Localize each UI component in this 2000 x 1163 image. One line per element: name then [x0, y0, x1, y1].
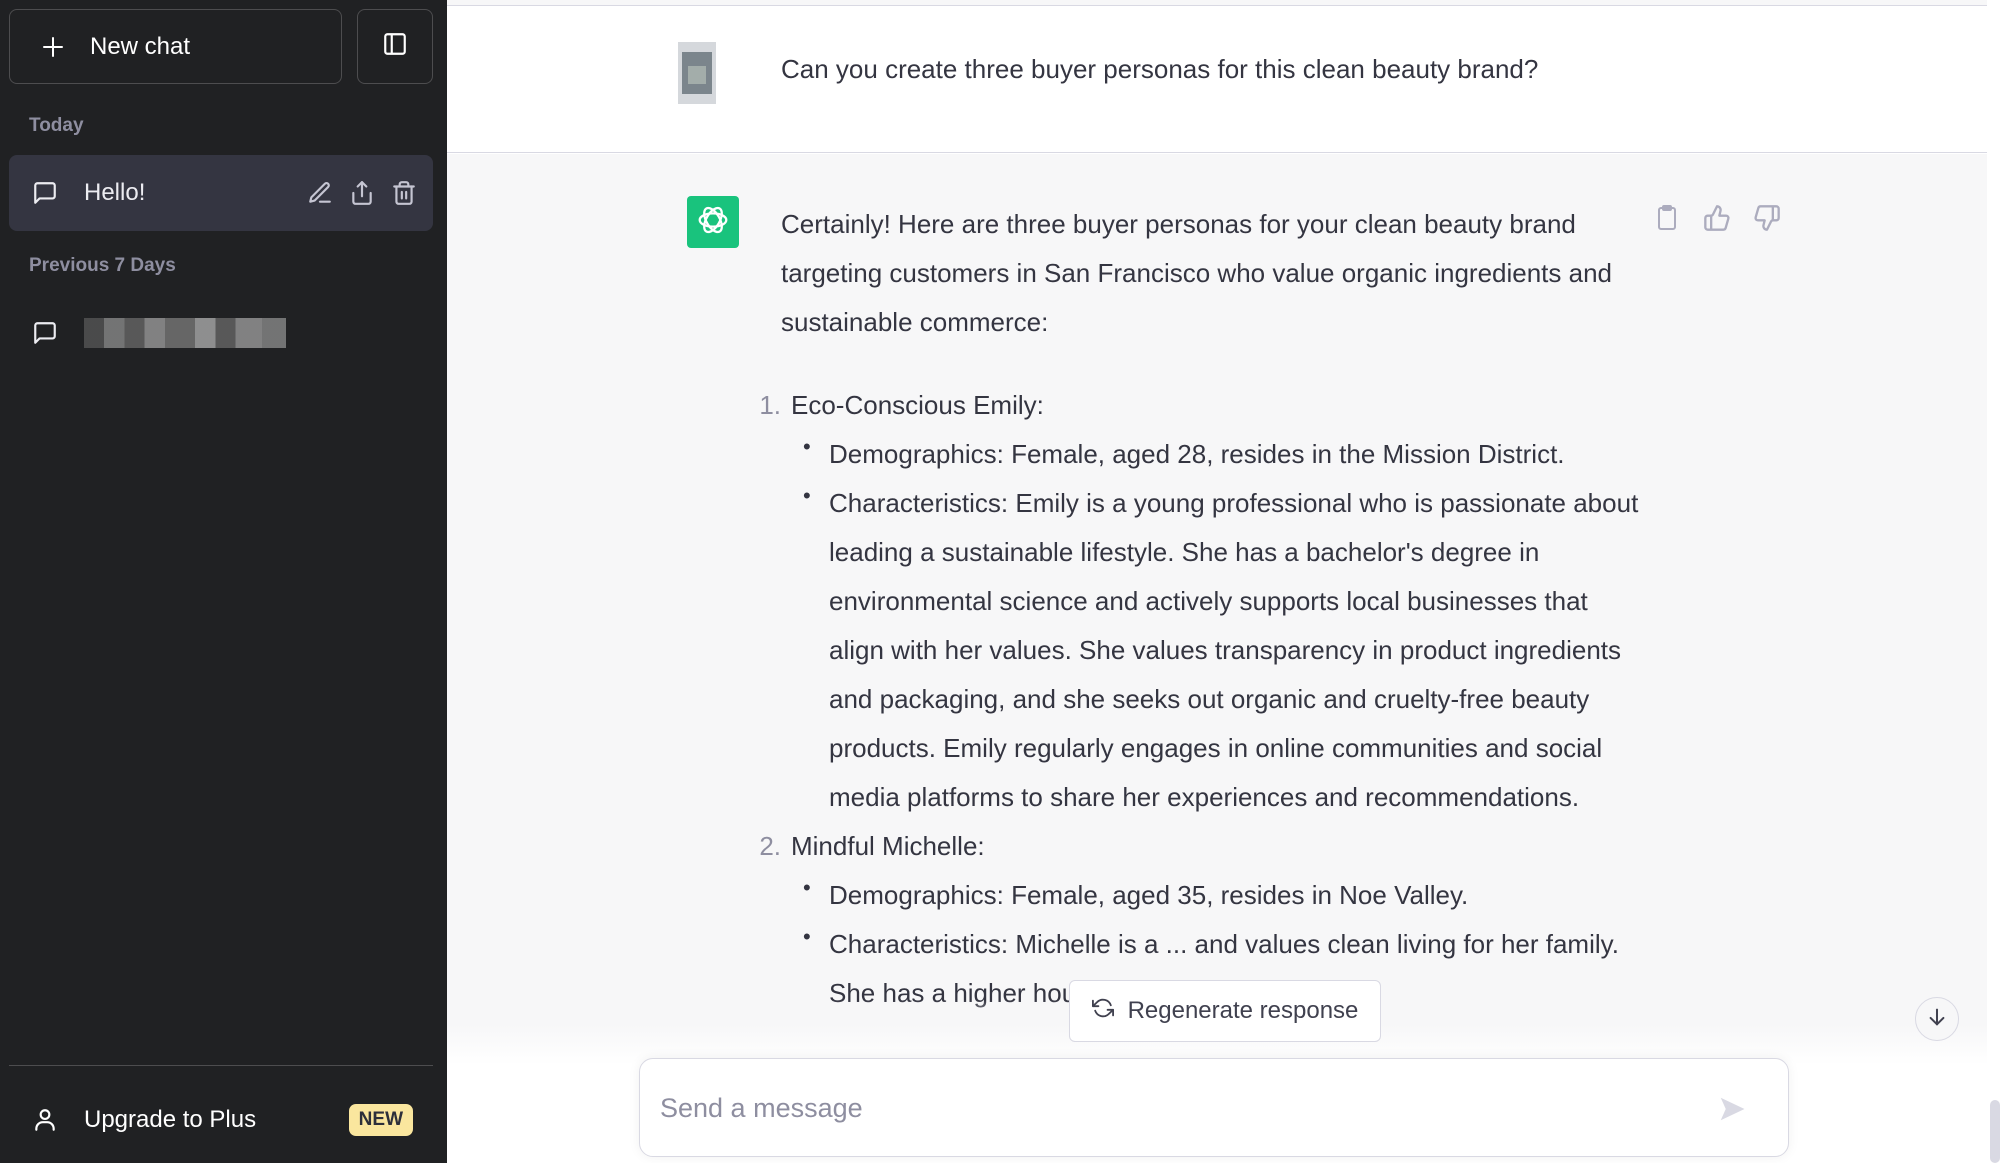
user-avatar: [678, 42, 716, 104]
regenerate-label: Regenerate response: [1127, 997, 1359, 1024]
persona-point: Characteristics: Emily is a young profes…: [791, 471, 1641, 822]
thumbs-up-icon[interactable]: [1703, 202, 1731, 234]
plus-icon: [36, 35, 70, 59]
user-message-text: Can you create three buyer personas for …: [781, 54, 1539, 84]
scrollbar-thumb[interactable]: [1990, 1100, 2000, 1163]
share-icon[interactable]: [347, 178, 377, 208]
persona-name: Eco-Conscious Emily:: [791, 390, 1044, 420]
sidebar-divider: [9, 1065, 433, 1066]
thumbs-down-icon[interactable]: [1753, 202, 1781, 234]
persona-point: Demographics: Female, aged 35, resides i…: [791, 863, 1641, 920]
assistant-message-content: Certainly! Here are three buyer personas…: [759, 200, 1641, 1018]
persona-list: 1. Eco-Conscious Emily: Demographics: Fe…: [747, 381, 1641, 1018]
upgrade-to-plus-button[interactable]: Upgrade to Plus NEW: [9, 1083, 433, 1157]
message-composer: [639, 1058, 1789, 1157]
upgrade-label: Upgrade to Plus: [84, 1106, 257, 1133]
chat-bubble-icon: [30, 318, 60, 348]
chat-item-previous[interactable]: [9, 295, 433, 371]
message-actions: [1653, 202, 1781, 234]
section-label-today: Today: [29, 115, 84, 136]
toggle-sidebar-button[interactable]: [357, 9, 433, 84]
new-chat-label: New chat: [90, 32, 191, 60]
chat-item-hello[interactable]: Hello!: [9, 155, 433, 231]
message-input[interactable]: [660, 1087, 1660, 1129]
scroll-to-bottom-button[interactable]: [1915, 997, 1959, 1041]
blurred-chat-title: [84, 318, 286, 348]
edit-icon[interactable]: [305, 178, 335, 208]
sidebar: New chat Today Hello! Previous 7 Days Up…: [0, 0, 447, 1163]
scrollbar: [1987, 0, 2000, 1163]
persona-number: 1.: [759, 390, 781, 420]
delete-icon[interactable]: [389, 178, 419, 208]
assistant-avatar: [687, 196, 739, 248]
persona-item: 1. Eco-Conscious Emily: Demographics: Fe…: [747, 381, 1641, 822]
regenerate-response-button[interactable]: Regenerate response: [1069, 980, 1381, 1042]
persona-number: 2.: [759, 831, 781, 861]
chat-main: Can you create three buyer personas for …: [447, 0, 2000, 1163]
new-badge: NEW: [348, 1104, 413, 1136]
user-message: Can you create three buyer personas for …: [447, 6, 1987, 153]
copy-icon[interactable]: [1653, 202, 1681, 234]
new-chat-button[interactable]: New chat: [9, 9, 342, 84]
refresh-icon: [1091, 997, 1114, 1026]
arrow-down-icon: [1926, 1006, 1948, 1033]
chat-item-title: Hello!: [84, 179, 146, 206]
user-icon: [30, 1107, 60, 1133]
send-icon[interactable]: [1716, 1093, 1748, 1125]
assistant-intro: Certainly! Here are three buyer personas…: [781, 209, 1613, 337]
openai-logo-icon: [694, 201, 732, 244]
sidebar-panel-icon: [382, 31, 408, 62]
persona-name: Mindful Michelle:: [791, 831, 985, 861]
persona-point: Demographics: Female, aged 28, resides i…: [791, 422, 1641, 479]
chat-bubble-icon: [30, 178, 60, 208]
section-label-previous-7-days: Previous 7 Days: [29, 255, 176, 276]
